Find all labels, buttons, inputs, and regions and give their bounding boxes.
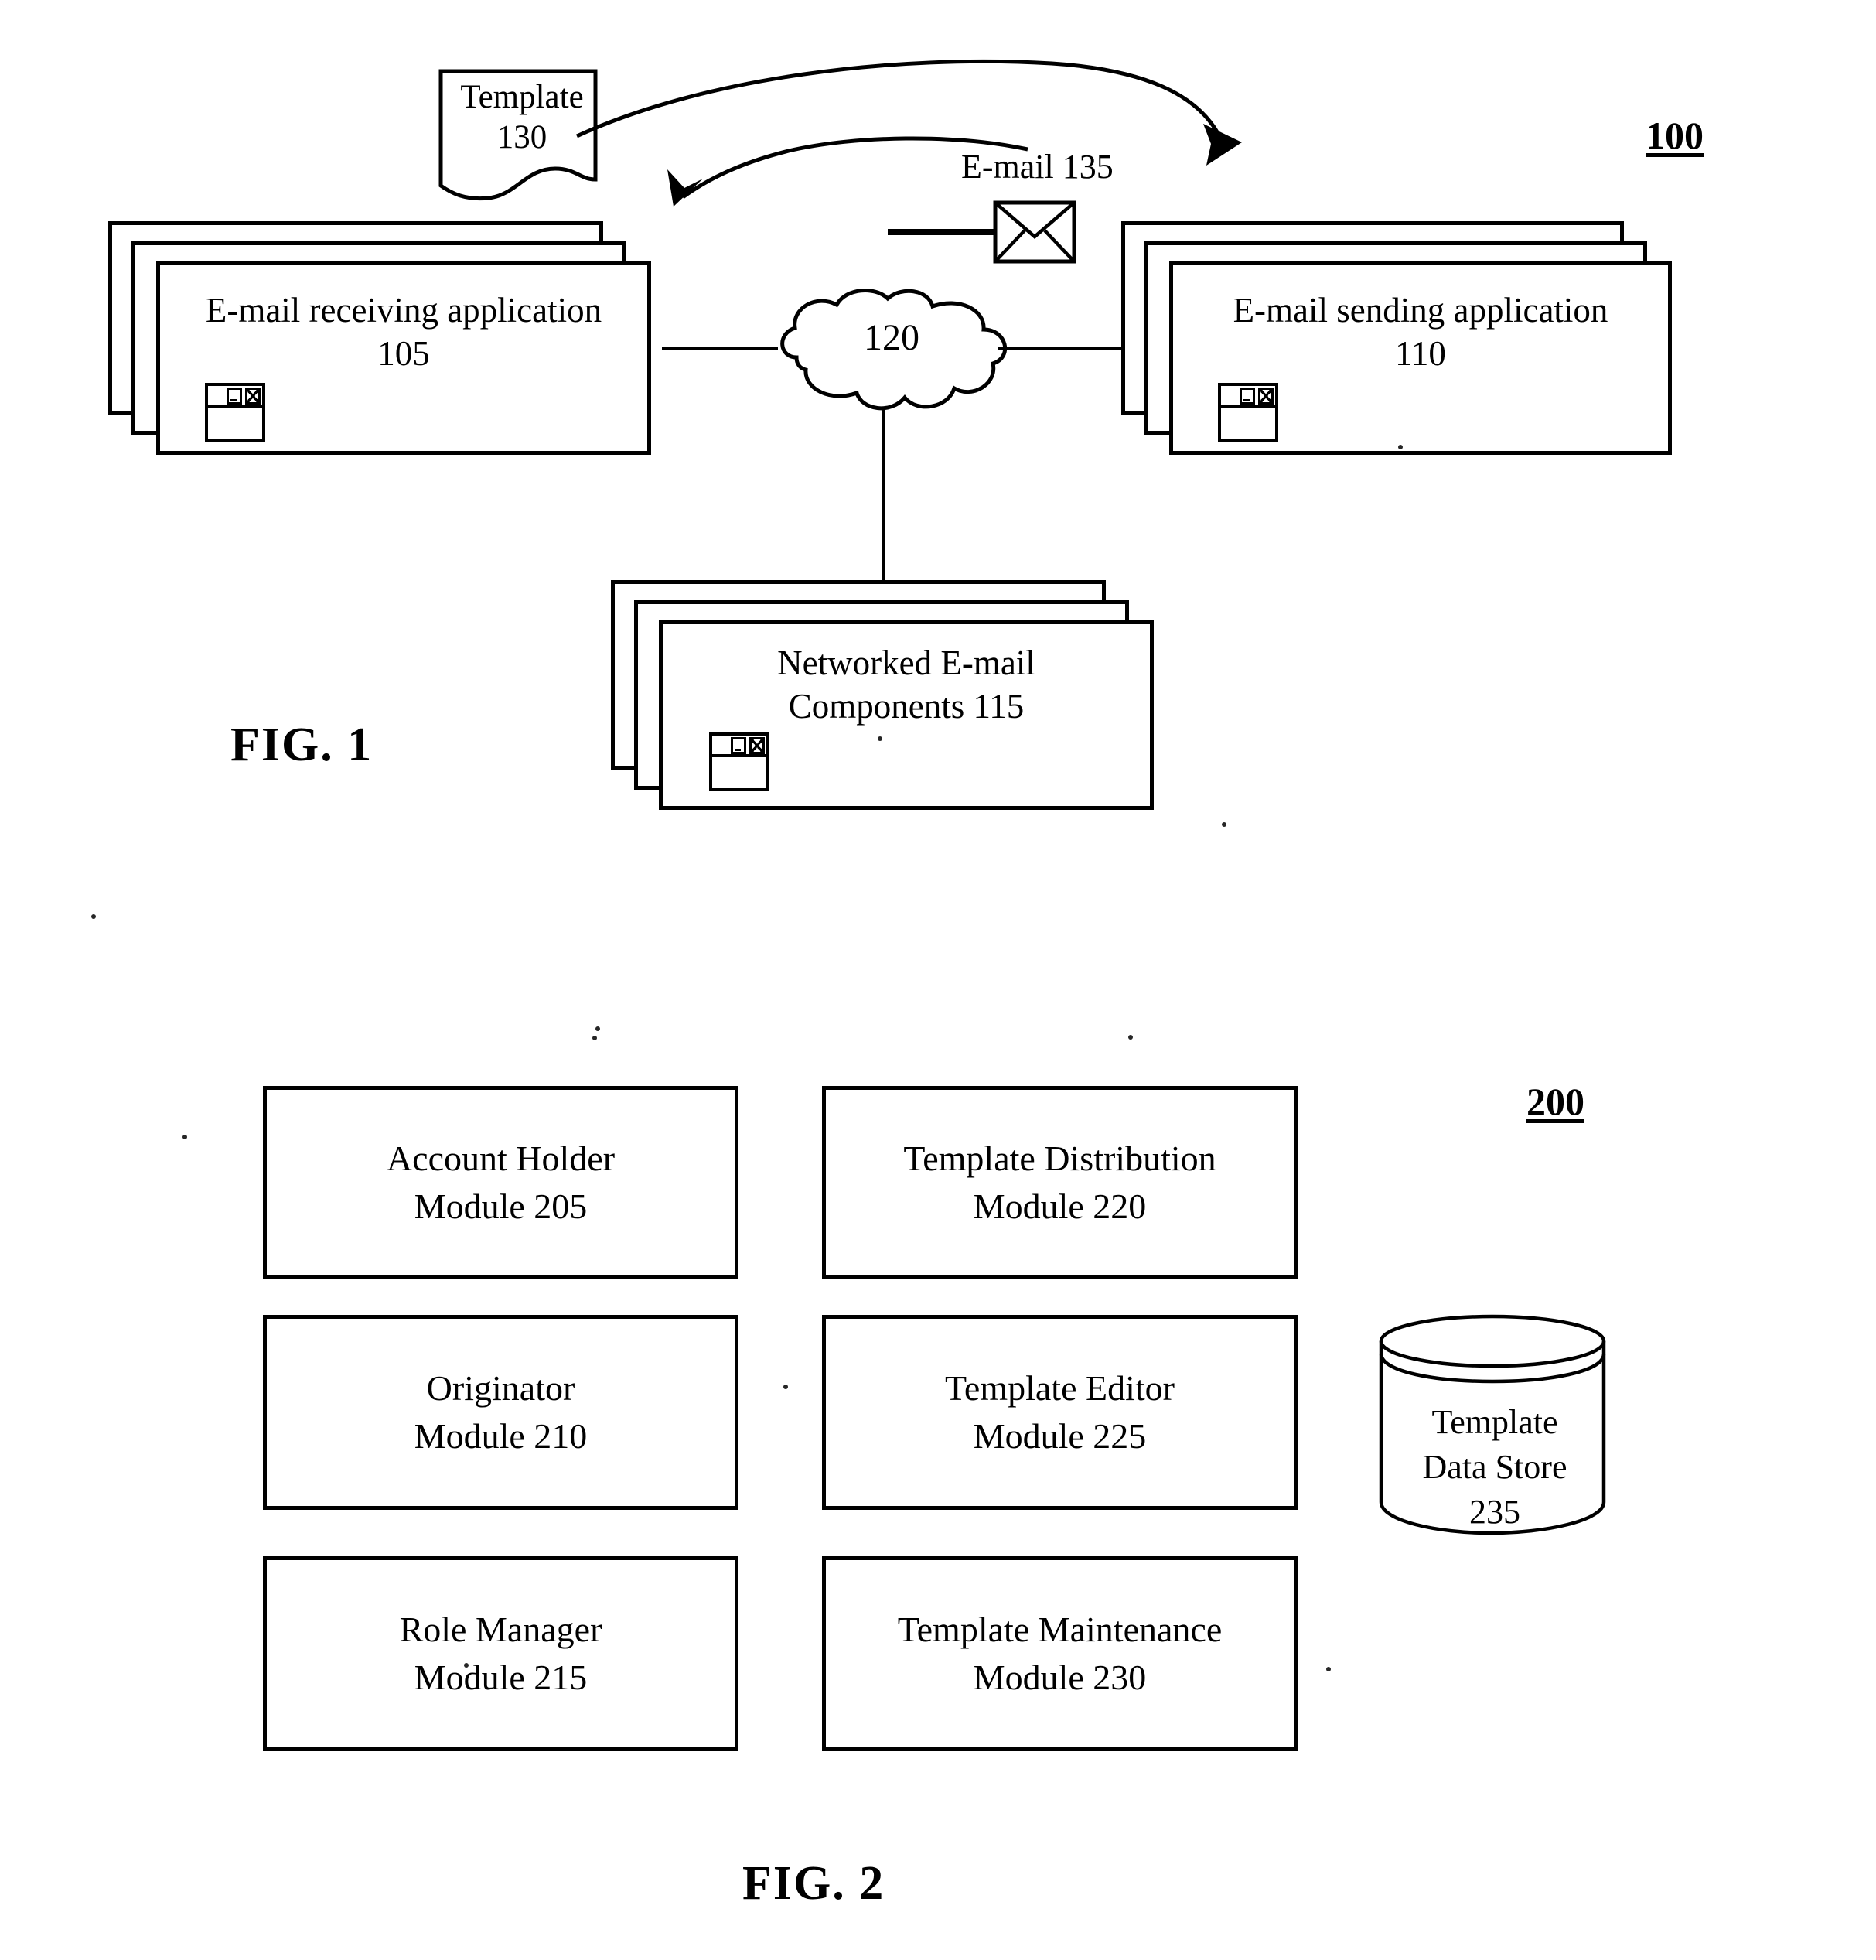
sending-app-line1: E-mail sending application: [1233, 291, 1608, 330]
module-line1: Template Editor: [945, 1368, 1175, 1408]
module-line2: Module 230: [973, 1658, 1147, 1697]
window-icon-titlebar: [1221, 386, 1275, 408]
scan-speck: [1398, 445, 1403, 449]
module-box-originator[interactable]: Originator Module 210: [263, 1315, 738, 1510]
patent-figure-sheet: 100 Template 130 E-mail 135 E-mail recei…: [0, 0, 1876, 1960]
module-line1: Template Distribution: [903, 1138, 1216, 1178]
module-line2: Module 205: [414, 1187, 588, 1226]
module-line2: Module 225: [973, 1416, 1147, 1456]
module-box-role-manager[interactable]: Role Manager Module 215: [263, 1556, 738, 1751]
data-store-line3: 235: [1469, 1493, 1520, 1531]
link-receiving-to-cloud: [662, 347, 778, 350]
sending-app-line2: 110: [1395, 334, 1446, 374]
template-data-store-label: Template Data Store 235: [1367, 1400, 1622, 1535]
scan-speck: [1326, 1667, 1331, 1671]
email-icon-label: E-mail 135: [961, 148, 1114, 186]
network-cloud-label: 120: [864, 317, 919, 358]
window-icon: [1218, 383, 1278, 442]
figure1-reference-numeral: 100: [1646, 114, 1704, 157]
scan-speck: [182, 1135, 187, 1139]
window-minimize-icon: [227, 388, 242, 405]
window-icon-titlebar: [208, 386, 262, 408]
components-line2: Components 115: [788, 687, 1025, 726]
scan-speck: [595, 1026, 600, 1031]
scan-speck: [1222, 822, 1226, 827]
link-cloud-to-sending: [998, 347, 1121, 350]
module-label: Account Holder Module 205: [387, 1135, 615, 1231]
scan-speck: [592, 1036, 597, 1040]
window-icon: [205, 383, 265, 442]
window-minimize-icon: [1240, 388, 1255, 405]
window-close-icon: [1258, 388, 1274, 405]
sending-app-sheet-front: E-mail sending application 110: [1169, 261, 1672, 455]
window-close-icon: [749, 737, 765, 754]
scan-speck: [1128, 1035, 1133, 1040]
module-box-template-editor[interactable]: Template Editor Module 225: [822, 1315, 1298, 1510]
scan-speck: [878, 736, 882, 741]
link-cloud-to-components: [882, 410, 885, 584]
networked-email-components-stack: Networked E-mail Components 115: [611, 580, 1168, 828]
email-receiving-application-stack: E-mail receiving application 105: [108, 221, 665, 469]
components-label: Networked E-mail Components 115: [663, 641, 1150, 729]
receiving-app-label: E-mail receiving application 105: [160, 289, 647, 376]
scan-speck: [464, 1663, 469, 1668]
receiving-app-line1: E-mail receiving application: [205, 291, 602, 330]
figure1-caption: FIG. 1: [230, 719, 373, 771]
data-store-line1: Template: [1431, 1403, 1558, 1441]
module-line2: Module 215: [414, 1658, 588, 1697]
module-line2: Module 220: [973, 1187, 1147, 1226]
receiving-app-line2: 105: [377, 334, 430, 374]
components-sheet-front: Networked E-mail Components 115: [659, 620, 1154, 810]
module-label: Template Maintenance Module 230: [898, 1606, 1223, 1702]
module-box-template-maintenance[interactable]: Template Maintenance Module 230: [822, 1556, 1298, 1751]
window-close-icon: [245, 388, 261, 405]
module-line2: Module 210: [414, 1416, 588, 1456]
module-line1: Account Holder: [386, 1138, 616, 1178]
window-minimize-icon: [731, 737, 746, 754]
figure2-reference-numeral: 200: [1526, 1080, 1584, 1123]
email-sending-application-stack: E-mail sending application 110: [1121, 221, 1694, 469]
module-label: Template Editor Module 225: [945, 1364, 1175, 1460]
receiving-app-sheet-front: E-mail receiving application 105: [156, 261, 651, 455]
components-line1: Networked E-mail: [777, 644, 1035, 682]
window-icon-titlebar: [712, 736, 766, 757]
envelope-icon: [992, 200, 1077, 265]
module-box-account-holder[interactable]: Account Holder Module 205: [263, 1086, 738, 1279]
module-line1: Template Maintenance: [897, 1609, 1223, 1649]
module-label: Role Manager Module 215: [400, 1606, 602, 1702]
module-box-template-distribution[interactable]: Template Distribution Module 220: [822, 1086, 1298, 1279]
module-line1: Role Manager: [399, 1609, 602, 1649]
module-label: Template Distribution Module 220: [903, 1135, 1216, 1231]
figure2-caption: FIG. 2: [742, 1857, 885, 1910]
data-store-line2: Data Store: [1422, 1448, 1567, 1487]
scan-speck: [783, 1385, 788, 1389]
module-label: Originator Module 210: [414, 1364, 588, 1460]
module-line1: Originator: [426, 1368, 575, 1408]
envelope-connector-line: [888, 229, 996, 235]
sending-app-label: E-mail sending application 110: [1173, 289, 1668, 376]
scan-speck: [91, 914, 96, 919]
window-icon: [709, 732, 769, 791]
